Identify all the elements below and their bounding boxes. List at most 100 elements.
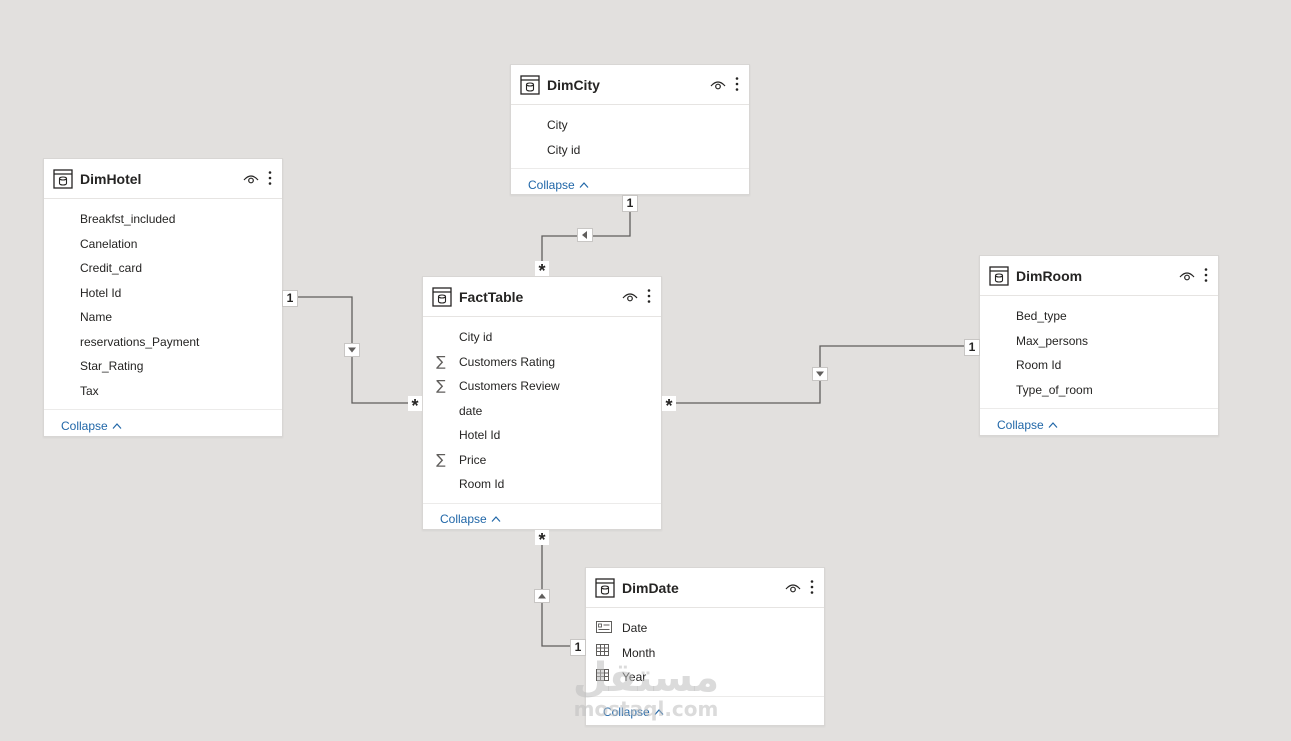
field-list: Date Month Year — [586, 608, 824, 696]
field-row[interactable]: Credit_card — [44, 256, 282, 281]
field-row[interactable]: ∑ Customers Rating — [423, 350, 661, 375]
field-name: City id — [459, 330, 493, 345]
table-icon — [53, 168, 73, 189]
field-row[interactable]: City — [511, 113, 749, 138]
collapse-button[interactable]: Collapse — [997, 418, 1058, 432]
table-icon — [520, 74, 540, 95]
eye-icon[interactable] — [242, 170, 260, 188]
model-canvas[interactable]: DimCity City City id Collapse DimHotel B… — [0, 0, 1291, 741]
more-options-icon[interactable] — [264, 170, 276, 188]
collapse-button[interactable]: Collapse — [61, 419, 122, 433]
field-name: Hotel Id — [459, 428, 501, 443]
field-row[interactable]: Year — [586, 665, 824, 690]
field-row[interactable]: Name — [44, 305, 282, 330]
more-options-icon[interactable] — [731, 76, 743, 94]
chevron-up-icon — [112, 422, 122, 430]
field-name: Room Id — [459, 477, 505, 492]
filter-direction-up-icon[interactable] — [534, 589, 550, 603]
card-header[interactable]: DimDate — [586, 568, 824, 608]
field-row[interactable]: City id — [423, 325, 661, 350]
table-card-facttable[interactable]: FactTable City id ∑ Customers Rating ∑ Cus… — [422, 276, 662, 530]
cardinality-many-date: * — [535, 530, 549, 550]
card-title: DimHotel — [80, 170, 142, 187]
filter-direction-down-icon[interactable] — [812, 367, 828, 381]
eye-icon[interactable] — [709, 76, 727, 94]
field-name: Year — [622, 670, 647, 685]
field-name: Max_persons — [1016, 333, 1089, 348]
field-name: Type_of_room — [1016, 382, 1093, 397]
more-options-icon[interactable] — [1200, 267, 1212, 285]
field-row[interactable]: date — [423, 399, 661, 424]
card-footer: Collapse — [44, 409, 282, 441]
eye-icon[interactable] — [1178, 267, 1196, 285]
field-name: Tax — [80, 383, 99, 398]
field-name: Name — [80, 310, 113, 325]
eye-icon[interactable] — [621, 288, 639, 306]
field-row[interactable]: Hotel Id — [44, 281, 282, 306]
field-name: reservations_Payment — [80, 334, 200, 349]
card-header[interactable]: DimRoom — [980, 256, 1218, 296]
cardinality-many-hotel: * — [408, 396, 422, 416]
chevron-up-icon — [654, 708, 664, 716]
chevron-up-icon — [491, 515, 501, 523]
date-hierarchy-icon — [596, 620, 612, 636]
table-card-dimdate[interactable]: DimDate Date Month Year Collapse — [585, 567, 825, 726]
card-title: FactTable — [459, 288, 524, 305]
field-row[interactable]: Type_of_room — [980, 378, 1218, 403]
card-footer: Collapse — [980, 408, 1218, 440]
field-name: City — [547, 118, 568, 133]
collapse-label: Collapse — [61, 418, 108, 433]
collapse-button[interactable]: Collapse — [528, 178, 589, 192]
calendar-table-icon — [596, 668, 612, 686]
field-row[interactable]: Canelation — [44, 232, 282, 257]
eye-icon[interactable] — [784, 579, 802, 597]
field-row[interactable]: Max_persons — [980, 329, 1218, 354]
field-row[interactable]: City id — [511, 138, 749, 163]
field-row[interactable]: reservations_Payment — [44, 330, 282, 355]
card-header[interactable]: DimHotel — [44, 159, 282, 199]
field-row[interactable]: Star_Rating — [44, 354, 282, 379]
field-row[interactable]: Room Id — [980, 353, 1218, 378]
table-card-dimhotel[interactable]: DimHotel Breakfst_included Canelation Cr… — [43, 158, 283, 437]
sigma-icon: ∑ — [436, 451, 446, 468]
table-icon — [989, 265, 1009, 286]
field-row[interactable]: Tax — [44, 379, 282, 404]
collapse-label: Collapse — [528, 177, 575, 192]
field-name: Customers Rating — [459, 354, 556, 369]
field-list: Bed_type Max_persons Room Id Type_of_roo… — [980, 296, 1218, 408]
field-row[interactable]: Month — [586, 641, 824, 666]
collapse-button[interactable]: Collapse — [440, 512, 501, 526]
field-row[interactable]: ∑ Price — [423, 448, 661, 473]
cardinality-many-city: * — [535, 261, 549, 281]
field-row[interactable]: Bed_type — [980, 304, 1218, 329]
field-row[interactable]: Room Id — [423, 472, 661, 497]
chevron-up-icon — [579, 181, 589, 189]
field-name: Breakfst_included — [80, 212, 176, 227]
field-name: Star_Rating — [80, 359, 144, 374]
card-header[interactable]: FactTable — [423, 277, 661, 317]
more-options-icon[interactable] — [806, 579, 818, 597]
field-name: Canelation — [80, 236, 138, 251]
table-icon — [432, 286, 452, 307]
card-title: DimCity — [547, 76, 600, 93]
table-card-dimcity[interactable]: DimCity City City id Collapse — [510, 64, 750, 195]
collapse-button[interactable]: Collapse — [603, 705, 664, 719]
field-row[interactable]: Breakfst_included — [44, 207, 282, 232]
sigma-icon: ∑ — [436, 378, 446, 395]
card-title: DimRoom — [1016, 267, 1083, 284]
table-card-dimroom[interactable]: DimRoom Bed_type Max_persons Room Id Typ… — [979, 255, 1219, 436]
field-row[interactable]: ∑ Customers Review — [423, 374, 661, 399]
field-list: City id ∑ Customers Rating ∑ Customers Rev… — [423, 317, 661, 503]
cardinality-one-city: 1 — [622, 195, 638, 212]
card-header[interactable]: DimCity — [511, 65, 749, 105]
field-name: Customers Review — [459, 379, 560, 394]
field-name: Date — [622, 621, 648, 636]
field-row[interactable]: Hotel Id — [423, 423, 661, 448]
filter-direction-left-icon[interactable] — [577, 228, 593, 242]
field-row[interactable]: Date — [586, 616, 824, 641]
more-options-icon[interactable] — [643, 288, 655, 306]
field-name: Room Id — [1016, 358, 1062, 373]
chevron-up-icon — [1048, 421, 1058, 429]
collapse-label: Collapse — [603, 705, 650, 719]
filter-direction-down-icon[interactable] — [344, 343, 360, 357]
